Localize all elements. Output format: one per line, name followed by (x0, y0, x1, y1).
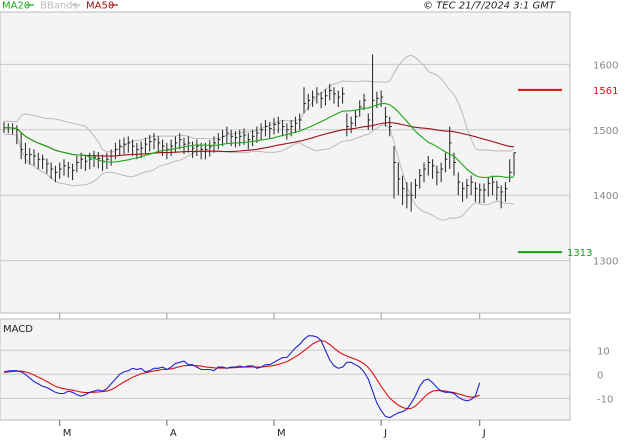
x-month-label: M (277, 428, 286, 439)
x-month-label: J (383, 428, 387, 439)
x-month-label: M (63, 428, 72, 439)
price-tick-label: 1600 (593, 60, 618, 71)
price-tick-label: 1500 (593, 126, 618, 137)
macd-title: MACD (3, 324, 33, 335)
x-month-label: A (170, 428, 177, 439)
legend-bbands-label: BBands (40, 1, 78, 12)
resistance-label: 1561 (593, 86, 618, 97)
price-tick-label: 1300 (593, 257, 618, 268)
legend: MA20 BBands MA50 (2, 1, 118, 12)
price-tick-label: 1400 (593, 191, 618, 202)
x-month-label: J (482, 428, 486, 439)
legend-ma50-label: MA50 (86, 1, 114, 12)
chart-canvas: MA20 BBands MA50 © TEC 21/7/2024 3:1 GMT… (0, 1, 618, 439)
macd-tick-label: 0 (597, 370, 603, 381)
macd-tick-label: 10 (597, 346, 610, 357)
macd-y-axis: 10 0 -10 (597, 346, 613, 405)
macd-tick-label: -10 (597, 394, 613, 405)
copyright-text: © TEC 21/7/2024 3:1 GMT (423, 1, 556, 12)
support-label: 1313 (567, 248, 592, 259)
legend-ma20-label: MA20 (2, 1, 30, 12)
macd-panel (0, 318, 571, 421)
